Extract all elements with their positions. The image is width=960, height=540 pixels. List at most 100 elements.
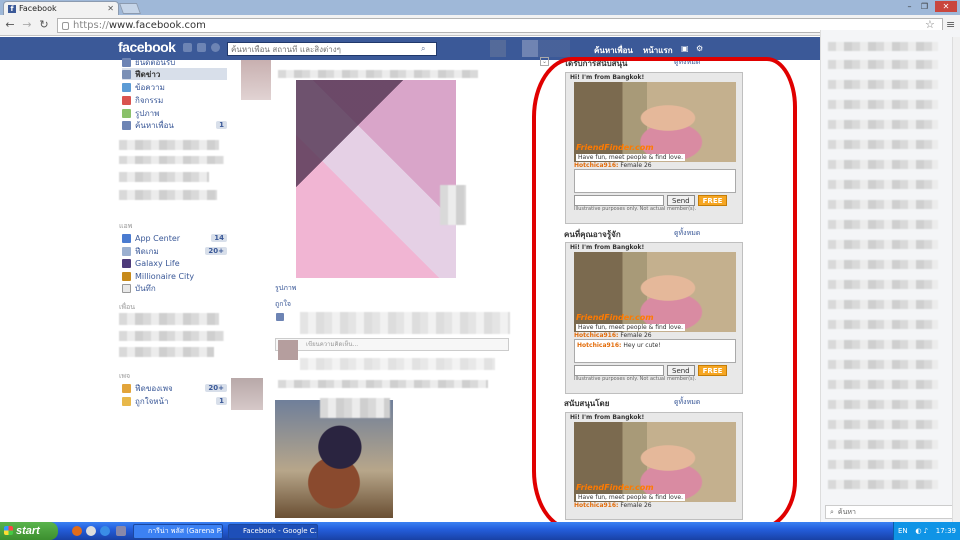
chat-contact-blurred[interactable] bbox=[828, 220, 938, 229]
chat-contact-blurred[interactable] bbox=[828, 80, 938, 89]
restore-icon[interactable]: ❐ bbox=[918, 1, 931, 12]
notifications-globe-icon[interactable] bbox=[211, 43, 220, 52]
games-feed-icon bbox=[122, 246, 131, 256]
blurred-group-list bbox=[119, 190, 217, 200]
comment-input[interactable]: เขียนความคิดเห็น... bbox=[275, 338, 509, 351]
chat-contact-blurred[interactable] bbox=[828, 200, 938, 209]
chat-contact-blurred[interactable] bbox=[828, 340, 938, 349]
millionaire-city-icon bbox=[122, 271, 131, 281]
blurred-photo-strip bbox=[440, 185, 466, 225]
address-bar[interactable]: https://www.facebook.com bbox=[57, 18, 943, 33]
sidebar-item-games-feed[interactable]: ฟีดเกม 20+ bbox=[122, 245, 227, 257]
friend-requests-icon[interactable] bbox=[183, 43, 192, 52]
post-like-link[interactable]: ถูกใจ bbox=[275, 299, 291, 310]
messages-jewel-icon[interactable] bbox=[197, 43, 206, 52]
search-icon[interactable]: ⌕ bbox=[421, 44, 425, 54]
sidebar-item-millionaire-city[interactable]: Millionaire City bbox=[122, 270, 227, 282]
language-indicator[interactable]: EN bbox=[898, 527, 908, 535]
url-host: www.facebook.com bbox=[108, 20, 206, 31]
section-header-friends: เพื่อน bbox=[119, 303, 135, 311]
browser-tab[interactable]: f Facebook ✕ bbox=[3, 1, 119, 15]
app-center-icon bbox=[122, 233, 131, 243]
blurred-comment bbox=[300, 358, 495, 370]
blurred-group-list bbox=[119, 140, 219, 150]
chat-contact-blurred[interactable] bbox=[828, 320, 938, 329]
settings-gear-icon[interactable]: ⚙ bbox=[696, 44, 703, 53]
blurred-post-text bbox=[278, 70, 478, 78]
find-friends-icon bbox=[122, 120, 131, 130]
sidebar-item-notes[interactable]: บันทึก bbox=[122, 282, 227, 294]
facebook-search-input[interactable] bbox=[231, 44, 421, 54]
sidebar-item-app-center[interactable]: App Center 14 bbox=[122, 232, 227, 244]
chat-contact-blurred[interactable] bbox=[828, 380, 938, 389]
section-header-apps: แอพ bbox=[119, 222, 133, 230]
chat-contact-blurred[interactable] bbox=[828, 60, 938, 69]
thumbs-up-icon bbox=[276, 313, 284, 321]
header-link-find-friends[interactable]: ค้นหาเพื่อน bbox=[594, 44, 633, 57]
section-header-pages: เพจ bbox=[119, 372, 131, 380]
chat-contact-blurred[interactable] bbox=[828, 260, 938, 269]
sidebar-item-photos[interactable]: รูปภาพ bbox=[122, 107, 227, 119]
post-photo-link[interactable]: รูปภาพ bbox=[275, 283, 296, 294]
galaxy-life-icon bbox=[122, 258, 131, 268]
close-tab-icon[interactable]: ✕ bbox=[107, 4, 114, 13]
chat-contact-blurred[interactable] bbox=[828, 460, 938, 469]
chat-contact-blurred[interactable] bbox=[828, 160, 938, 169]
sidebar-item-pages-feed[interactable]: ฟีดของเพจ 20+ bbox=[122, 382, 227, 394]
chat-contact-blurred[interactable] bbox=[828, 300, 938, 309]
forward-arrow-icon[interactable]: → bbox=[20, 18, 34, 32]
facebook-logo[interactable]: facebook bbox=[118, 39, 176, 55]
reload-icon[interactable]: ↻ bbox=[37, 18, 51, 32]
quicklaunch-ie-icon[interactable] bbox=[100, 526, 110, 536]
minimize-icon[interactable]: – bbox=[903, 1, 916, 12]
tray-icons[interactable]: ◐ ♪ bbox=[915, 527, 928, 535]
blurred-post-text bbox=[278, 380, 488, 388]
header-link-home[interactable]: หน้าแรก bbox=[643, 44, 673, 57]
chat-search-bar[interactable]: ⌕ ค้นหา bbox=[825, 505, 955, 519]
newsfeed-icon bbox=[122, 69, 131, 79]
chat-contact-blurred[interactable] bbox=[828, 440, 938, 449]
post-author-avatar[interactable] bbox=[231, 378, 263, 410]
facebook-search-bar[interactable]: ⌕ bbox=[227, 42, 437, 56]
post-author-avatar[interactable] bbox=[241, 60, 271, 100]
taskbar-item-chrome[interactable]: Facebook - Google C... bbox=[228, 524, 318, 539]
back-arrow-icon[interactable]: ← bbox=[3, 18, 17, 32]
quicklaunch-chrome-icon[interactable] bbox=[86, 526, 96, 536]
chat-contact-blurred[interactable] bbox=[828, 280, 938, 289]
profile-name-blurred[interactable] bbox=[490, 40, 570, 57]
privacy-shortcuts-icon[interactable]: ▣ bbox=[681, 44, 689, 53]
chat-contact-blurred[interactable] bbox=[828, 140, 938, 149]
feed-options-chevron-icon[interactable]: ⌄ bbox=[540, 57, 549, 66]
chat-contact-blurred[interactable] bbox=[828, 480, 938, 489]
window-close-icon[interactable]: ✕ bbox=[935, 1, 957, 12]
chat-contact-blurred[interactable] bbox=[828, 240, 938, 249]
sidebar-item-events[interactable]: กิจกรรม bbox=[122, 94, 227, 106]
blurred-friend-list bbox=[119, 347, 214, 357]
sidebar-item-messages[interactable]: ข้อความ bbox=[122, 81, 227, 93]
chat-contact-blurred[interactable] bbox=[828, 42, 938, 51]
lock-icon bbox=[62, 21, 69, 30]
sidebar-item-find-friends[interactable]: ค้นหาเพื่อน 1 bbox=[122, 119, 227, 131]
chat-contact-blurred[interactable] bbox=[828, 180, 938, 189]
blurred-friend-list bbox=[119, 313, 219, 325]
blurred-post-text bbox=[320, 398, 390, 418]
quicklaunch-firefox-icon[interactable] bbox=[72, 526, 82, 536]
sidebar-item-newsfeed[interactable]: ฟีดข่าว bbox=[122, 68, 227, 80]
chat-contact-blurred[interactable] bbox=[828, 400, 938, 409]
browser-tabstrip bbox=[0, 0, 960, 15]
events-icon bbox=[122, 95, 131, 105]
url-scheme: https:// bbox=[73, 20, 109, 31]
chat-contact-blurred[interactable] bbox=[828, 360, 938, 369]
sidebar-item-welcome[interactable]: ยินดีต้อนรับ bbox=[122, 56, 227, 68]
taskbar-item-garena[interactable]: การีน่า พลัส (Garena P... bbox=[133, 524, 223, 539]
chat-contact-blurred[interactable] bbox=[828, 120, 938, 129]
sidebar-item-galaxy-life[interactable]: Galaxy Life bbox=[122, 257, 227, 269]
chat-contact-blurred[interactable] bbox=[828, 420, 938, 429]
sidebar-item-like-pages[interactable]: ถูกใจหน้า 1 bbox=[122, 395, 227, 407]
commenter-avatar bbox=[278, 340, 298, 360]
quicklaunch-desktop-icon[interactable] bbox=[116, 526, 126, 536]
page-scrollbar[interactable] bbox=[952, 37, 960, 523]
chat-contact-blurred[interactable] bbox=[828, 100, 938, 109]
new-tab-button[interactable] bbox=[118, 3, 142, 14]
post-photo-pixelated[interactable] bbox=[296, 80, 456, 278]
